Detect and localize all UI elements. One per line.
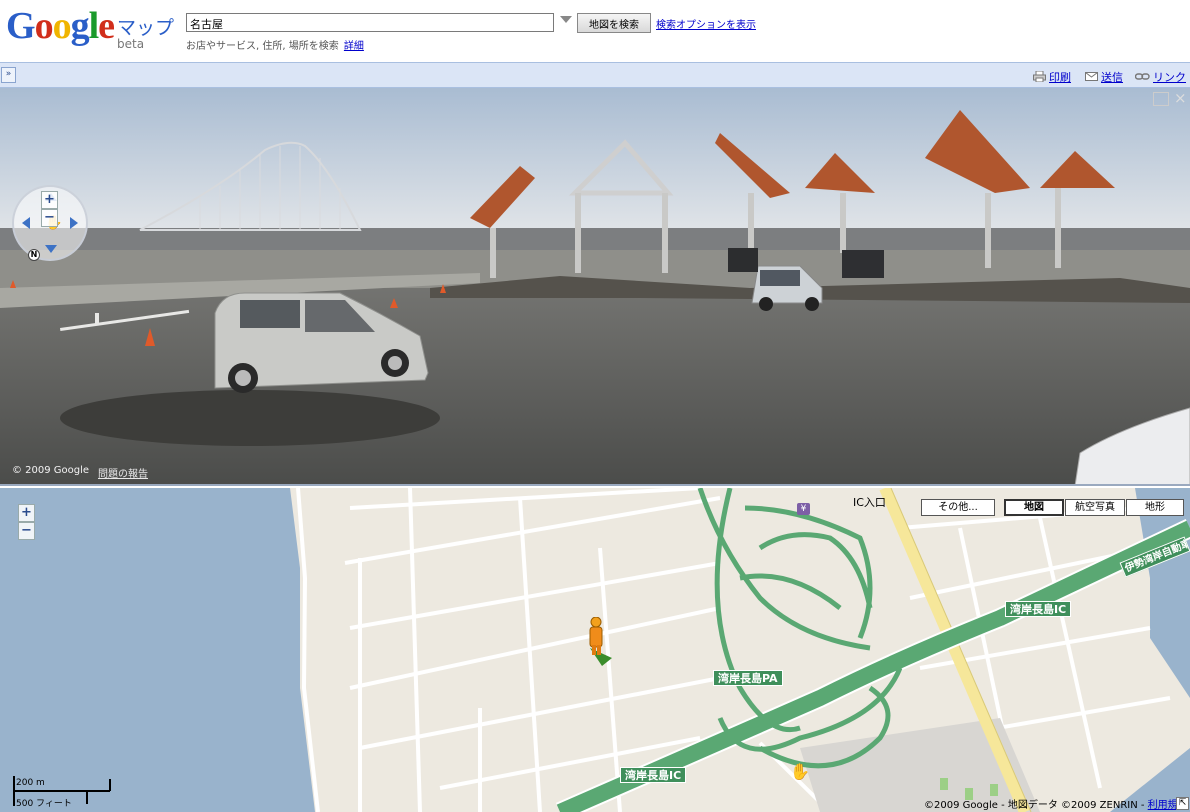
overview-map-toggle-icon[interactable]: ⇱ [1176, 797, 1189, 810]
close-icon[interactable]: × [1174, 89, 1187, 107]
logo-letter: o [52, 5, 72, 47]
sv-zoom-out-button[interactable]: − [41, 209, 58, 227]
print-label: 印刷 [1049, 71, 1071, 84]
search-input[interactable]: 名古屋 [186, 13, 554, 32]
envelope-icon [1085, 72, 1098, 81]
search-options-link[interactable]: 検索オプションを表示 [656, 16, 756, 31]
road-label-ic-bottom: 湾岸長島IC [620, 767, 687, 783]
yen-icon: ¥ [797, 503, 810, 515]
ic-entrance-label: IC入口 [853, 496, 886, 509]
logo-letter: o [34, 5, 54, 47]
printer-icon [1033, 71, 1046, 82]
google-logo[interactable]: Google [6, 5, 115, 47]
maps-title: マップ [117, 17, 175, 39]
search-hint-details-link[interactable]: 詳細 [344, 41, 364, 52]
link-label: リンク [1153, 71, 1186, 84]
pan-left-arrow-icon[interactable] [22, 217, 30, 229]
report-problem-link[interactable]: 問題の報告 [98, 465, 148, 480]
map-zoom-in-button[interactable]: + [18, 504, 35, 522]
map-type-more-button[interactable]: その他... [921, 499, 995, 516]
logo-letter: e [98, 5, 115, 47]
search-map-button[interactable]: 地図を検索 [577, 13, 651, 33]
beta-label: beta [117, 37, 145, 51]
compass-north-icon: N [28, 249, 40, 261]
map-copyright: ©2009 Google - 地図データ ©2009 ZENRIN - 利用規約 [924, 796, 1188, 811]
send-label: 送信 [1101, 71, 1123, 84]
map-type-map-button[interactable]: 地図 [1004, 499, 1064, 516]
map-zoom-out-button[interactable]: − [18, 522, 35, 540]
search-hint-text: お店やサービス, 住所, 場所を検索 [186, 41, 339, 52]
search-hint: お店やサービス, 住所, 場所を検索 詳細 [186, 37, 364, 52]
print-link[interactable]: 印刷 [1033, 69, 1071, 85]
street-view-image [0, 88, 1190, 484]
map-type-terrain-button[interactable]: 地形 [1126, 499, 1184, 516]
scale-metric-label: 200 m [16, 778, 45, 788]
map-copyright-text: ©2009 Google - 地図データ ©2009 ZENRIN - [924, 800, 1148, 811]
road-label-pa: 湾岸長島PA [713, 670, 783, 686]
logo-letter: g [70, 5, 90, 47]
pan-right-arrow-icon[interactable] [70, 217, 78, 229]
link-link[interactable]: リンク [1135, 69, 1186, 85]
street-view-copyright: © 2009 Google [12, 465, 90, 476]
map-type-satellite-button[interactable]: 航空写真 [1065, 499, 1125, 516]
chain-link-icon [1135, 73, 1150, 80]
pan-down-arrow-icon[interactable] [45, 245, 57, 253]
logo-letter: l [88, 5, 100, 47]
street-view-panorama[interactable]: ✋ N + − × [0, 88, 1190, 486]
collapse-panel-button[interactable]: » [1, 67, 16, 83]
header: Google マップ beta 名古屋 地図を検索 検索オプションを表示 お店や… [0, 0, 1190, 62]
sv-zoom-in-button[interactable]: + [41, 191, 58, 209]
road-label-ic-top: 湾岸長島IC [1005, 601, 1072, 617]
logo-letter: G [6, 5, 36, 47]
pegman-icon[interactable] [584, 617, 612, 663]
map-toolbar: » 印刷 送信 リンク [0, 62, 1190, 88]
fullscreen-icon[interactable] [1153, 92, 1169, 106]
send-link[interactable]: 送信 [1085, 69, 1123, 85]
search-history-dropdown-icon[interactable] [560, 16, 572, 23]
scale-imperial-label: 500 フィート [16, 799, 72, 809]
hand-cursor-icon: ✋ [790, 762, 810, 781]
